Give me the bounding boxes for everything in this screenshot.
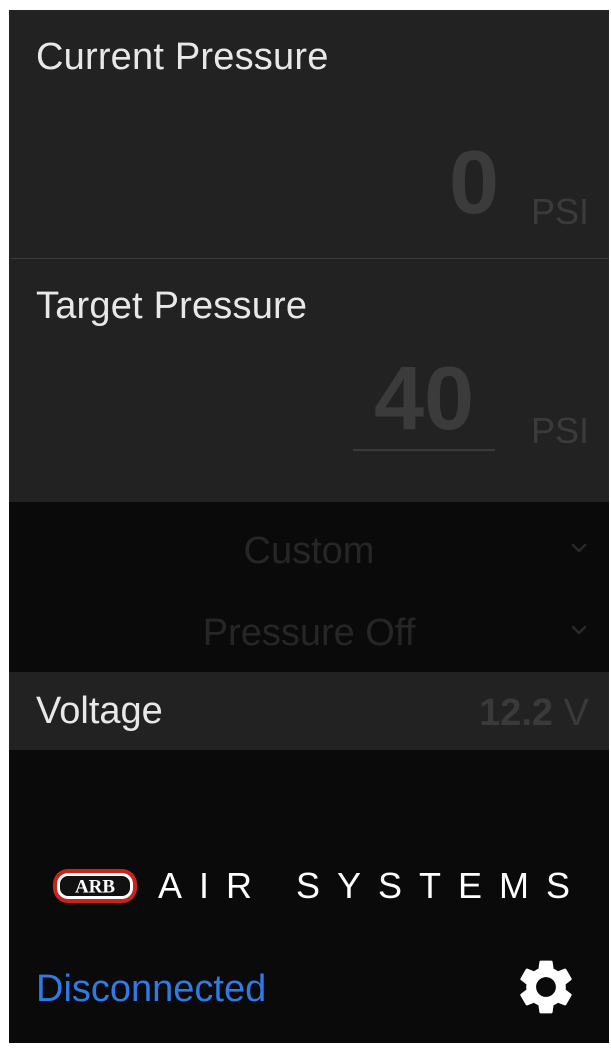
current-pressure-panel: Current Pressure 0 PSI bbox=[9, 10, 609, 258]
chevron-down-icon bbox=[571, 625, 587, 635]
target-pressure-panel: Target Pressure 40 PSI bbox=[9, 259, 609, 502]
app-screen: Current Pressure 0 PSI Target Pressure 4… bbox=[9, 10, 609, 1043]
current-pressure-unit: PSI bbox=[530, 191, 589, 232]
profile-select-value: Custom bbox=[243, 530, 375, 572]
connection-status[interactable]: Disconnected bbox=[36, 968, 266, 1011]
chevron-down-icon bbox=[571, 543, 587, 553]
voltage-label: Voltage bbox=[36, 690, 163, 732]
arb-logo: ARB bbox=[53, 869, 137, 903]
target-pressure-title: Target Pressure bbox=[36, 285, 308, 327]
brand-logo: ARB AIR SYSTEMS bbox=[52, 868, 572, 908]
profile-select[interactable]: Custom bbox=[9, 512, 609, 584]
voltage-value: 12.2 V bbox=[479, 692, 589, 735]
brand-text: AIR SYSTEMS bbox=[158, 865, 588, 906]
mode-select[interactable]: Pressure Off bbox=[9, 594, 609, 666]
voltage-unit: V bbox=[563, 692, 589, 734]
mode-select-value: Pressure Off bbox=[202, 612, 416, 654]
current-pressure-title: Current Pressure bbox=[36, 36, 329, 78]
target-pressure-input[interactable]: 40 bbox=[353, 354, 495, 444]
gear-icon[interactable] bbox=[513, 954, 579, 1020]
target-pressure-unit: PSI bbox=[530, 410, 589, 451]
voltage-row: Voltage 12.2 V bbox=[9, 672, 609, 750]
arb-logo-text: ARB bbox=[75, 877, 115, 898]
current-pressure-value: 0 bbox=[448, 133, 499, 233]
target-pressure-underline bbox=[353, 449, 495, 451]
voltage-number: 12.2 bbox=[479, 692, 554, 734]
